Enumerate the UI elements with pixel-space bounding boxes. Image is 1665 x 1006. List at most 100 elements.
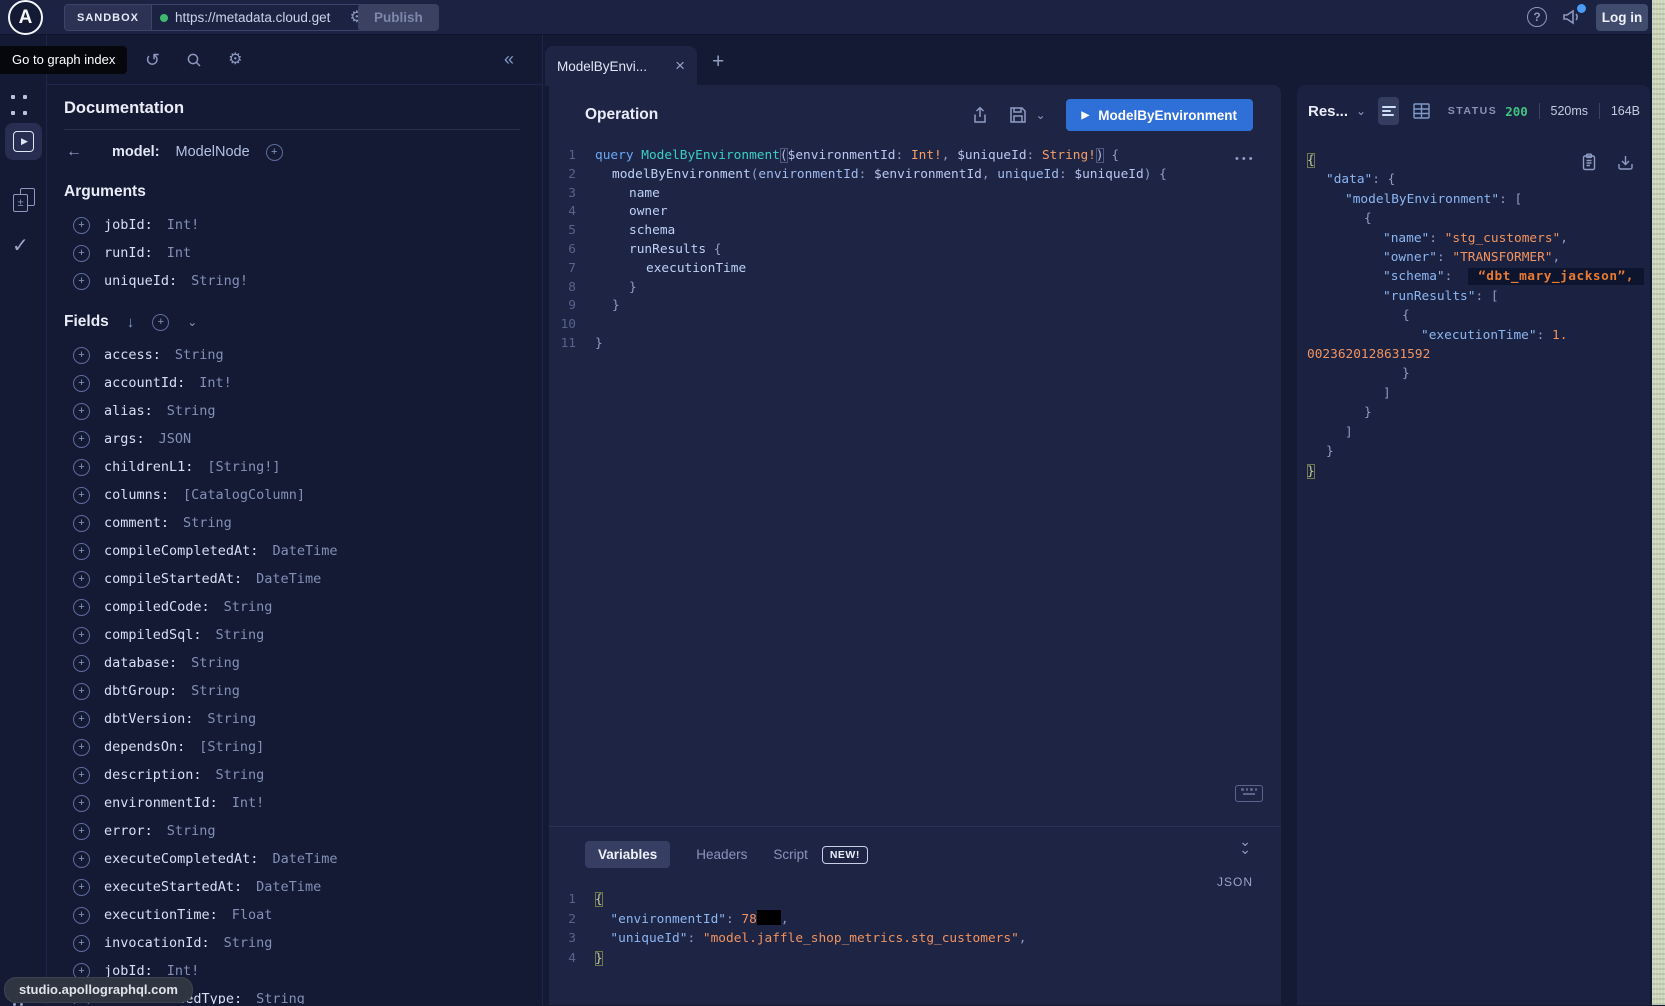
add-field-icon[interactable]: +: [73, 627, 90, 644]
doc-field-row[interactable]: +dependsOn:[String]: [64, 733, 520, 761]
add-fields-caret-icon[interactable]: ⌄: [187, 315, 197, 329]
tab-headers[interactable]: Headers: [696, 847, 747, 862]
endpoint-url-box[interactable]: https://metadata.cloud.get ⚙: [152, 5, 372, 30]
settings-gear-icon[interactable]: ⚙: [228, 52, 242, 68]
sort-fields-icon[interactable]: ↓: [127, 314, 135, 331]
add-field-icon[interactable]: +: [73, 245, 90, 262]
doc-field-row[interactable]: +compiledCode:String: [64, 593, 520, 621]
add-field-icon[interactable]: +: [73, 273, 90, 290]
add-field-icon[interactable]: +: [73, 375, 90, 392]
field-type[interactable]: Int!: [232, 795, 265, 811]
field-type[interactable]: String: [183, 515, 232, 531]
add-field-icon[interactable]: +: [73, 515, 90, 532]
table-view-toggle[interactable]: [1411, 97, 1432, 125]
search-icon[interactable]: [186, 52, 202, 68]
field-type[interactable]: String: [216, 767, 265, 783]
field-type[interactable]: String!: [191, 273, 248, 289]
add-field-icon[interactable]: +: [73, 655, 90, 672]
copy-response-icon[interactable]: [1581, 153, 1597, 171]
more-options-icon[interactable]: •••: [1235, 153, 1256, 165]
add-field-icon[interactable]: +: [73, 767, 90, 784]
field-type[interactable]: String: [216, 627, 265, 643]
add-field-icon[interactable]: +: [73, 683, 90, 700]
field-type[interactable]: String: [224, 935, 273, 951]
add-field-icon[interactable]: +: [73, 487, 90, 504]
login-button[interactable]: Log in: [1596, 4, 1648, 31]
add-field-icon[interactable]: +: [73, 347, 90, 364]
history-icon[interactable]: ↺: [145, 51, 160, 69]
explorer-nav-item[interactable]: ▶: [5, 123, 42, 160]
field-type[interactable]: DateTime: [256, 879, 321, 895]
add-field-icon[interactable]: +: [73, 459, 90, 476]
add-field-icon[interactable]: +: [73, 935, 90, 952]
doc-field-row[interactable]: +executeCompletedAt:DateTime: [64, 845, 520, 873]
field-type[interactable]: DateTime: [272, 851, 337, 867]
add-field-icon[interactable]: +: [73, 851, 90, 868]
field-type[interactable]: Int: [167, 245, 191, 261]
field-type[interactable]: DateTime: [256, 571, 321, 587]
field-type[interactable]: Int!: [199, 375, 232, 391]
doc-field-row[interactable]: +compileStartedAt:DateTime: [64, 565, 520, 593]
operation-tab-label[interactable]: ModelByEnvi...: [557, 59, 669, 74]
add-field-icon[interactable]: +: [73, 823, 90, 840]
operation-tab[interactable]: ModelByEnvi... ×: [545, 46, 697, 86]
collapse-panel-icon[interactable]: «: [504, 49, 514, 70]
keyboard-shortcuts-icon[interactable]: [1235, 785, 1263, 802]
add-field-icon[interactable]: +: [73, 571, 90, 588]
response-dropdown-icon[interactable]: ⌄: [1356, 104, 1366, 118]
add-field-icon[interactable]: +: [266, 144, 283, 161]
doc-field-row[interactable]: +executionTime:Float: [64, 901, 520, 929]
query-editor[interactable]: 1query ModelByEnvironment($environmentId…: [549, 147, 1281, 354]
save-icon[interactable]: [1009, 106, 1027, 124]
back-arrow-icon[interactable]: ←: [66, 143, 82, 161]
apollo-logo[interactable]: A: [8, 0, 43, 35]
doc-field-row[interactable]: +comment:String: [64, 509, 520, 537]
doc-field-row[interactable]: +uniqueId:String!: [64, 267, 520, 295]
field-type[interactable]: [CatalogColumn]: [183, 487, 305, 503]
doc-field-row[interactable]: +columns:[CatalogColumn]: [64, 481, 520, 509]
doc-field-row[interactable]: +compileCompletedAt:DateTime: [64, 537, 520, 565]
field-type[interactable]: String: [175, 347, 224, 363]
doc-field-row[interactable]: +environmentId:Int!: [64, 789, 520, 817]
doc-field-row[interactable]: +error:String: [64, 817, 520, 845]
field-type[interactable]: Int!: [167, 217, 200, 233]
help-icon[interactable]: ?: [1527, 7, 1547, 27]
add-field-icon[interactable]: +: [73, 217, 90, 234]
doc-field-row[interactable]: +executeStartedAt:DateTime: [64, 873, 520, 901]
field-type[interactable]: JSON: [159, 431, 192, 447]
doc-field-row[interactable]: +dbtVersion:String: [64, 705, 520, 733]
response-title[interactable]: Res...: [1308, 103, 1348, 120]
add-all-fields-icon[interactable]: +: [152, 314, 169, 331]
doc-field-row[interactable]: +dbtGroup:String: [64, 677, 520, 705]
doc-field-row[interactable]: +access:String: [64, 341, 520, 369]
add-field-icon[interactable]: +: [73, 543, 90, 560]
doc-field-row[interactable]: +runId:Int: [64, 239, 520, 267]
run-operation-button[interactable]: ▶ ModelByEnvironment: [1066, 99, 1253, 131]
field-type[interactable]: [String!]: [207, 459, 280, 475]
add-field-icon[interactable]: +: [73, 431, 90, 448]
doc-field-row[interactable]: +childrenL1:[String!]: [64, 453, 520, 481]
add-field-icon[interactable]: +: [73, 403, 90, 420]
add-field-icon[interactable]: +: [73, 879, 90, 896]
field-type[interactable]: String: [224, 599, 273, 615]
announcements-icon[interactable]: [1561, 6, 1585, 30]
field-type[interactable]: [String]: [199, 739, 264, 755]
variables-divider[interactable]: [549, 826, 1281, 827]
field-type[interactable]: Float: [232, 907, 273, 923]
add-field-icon[interactable]: +: [73, 711, 90, 728]
field-type[interactable]: String: [207, 711, 256, 727]
new-tab-icon[interactable]: +: [712, 50, 724, 74]
graph-index-icon[interactable]: [11, 93, 27, 115]
download-response-icon[interactable]: [1617, 153, 1634, 171]
endpoint-url[interactable]: https://metadata.cloud.get: [175, 10, 343, 25]
save-caret-icon[interactable]: ⌄: [1035, 108, 1045, 122]
schema-nav-item[interactable]: ±: [13, 188, 35, 212]
doc-field-row[interactable]: +args:JSON: [64, 425, 520, 453]
add-field-icon[interactable]: +: [73, 795, 90, 812]
add-field-icon[interactable]: +: [73, 907, 90, 924]
breadcrumb-type[interactable]: ModelNode: [176, 144, 250, 160]
field-type[interactable]: String: [256, 991, 305, 1004]
field-type[interactable]: String: [167, 823, 216, 839]
collapse-variables-icon[interactable]: ⌄⌄: [1239, 837, 1251, 853]
share-icon[interactable]: [971, 106, 989, 125]
